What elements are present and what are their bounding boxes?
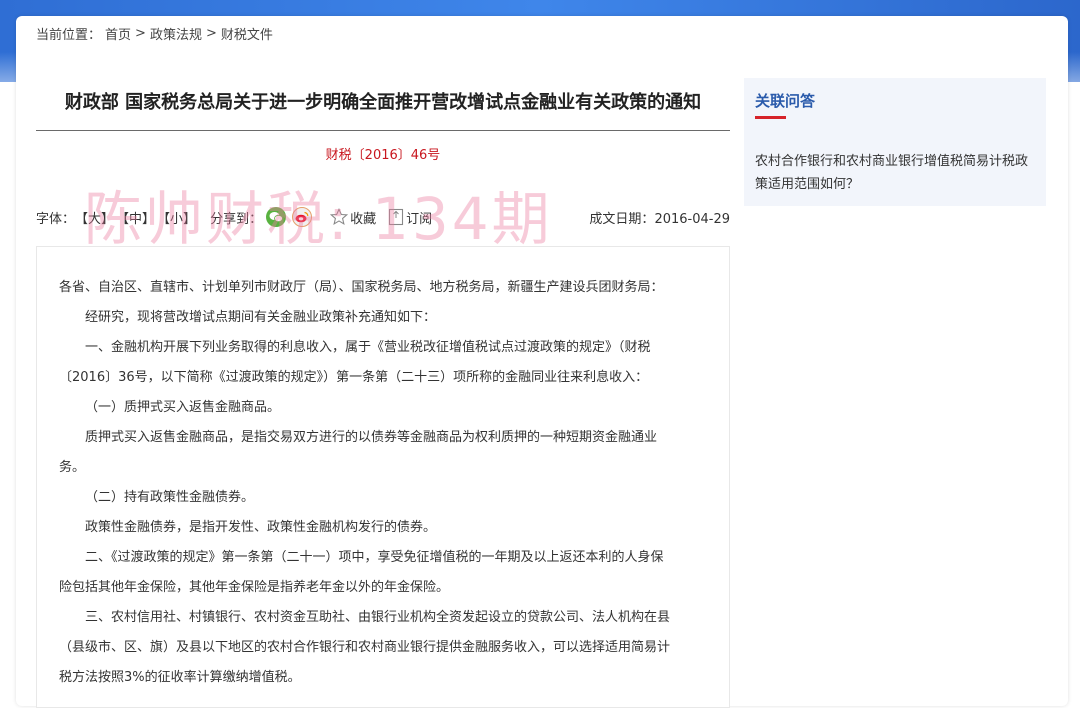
breadcrumb-home-link[interactable]: 首页	[105, 24, 131, 43]
article-body: 各省、自治区、直辖市、计划单列市财政厅（局）、国家税务局、地方税务局，新疆生产建…	[36, 246, 730, 708]
body-paragraph: （一）质押式买入返售金融商品。	[85, 400, 281, 415]
body-paragraph: 经研究，现将营改增试点期间有关金融业政策补充通知如下：	[85, 310, 437, 325]
related-qa-panel: 关联问答 农村合作银行和农村商业银行增值税简易计税政策适用范围如何？	[744, 78, 1046, 206]
breadcrumb: 当前位置： 首页 > 政策法规 > 财税文件	[36, 23, 273, 43]
breadcrumb-separator: >	[205, 25, 217, 41]
body-paragraph: （县级市、区、旗）及县以下地区的农村合作银行和农村商业银行提供金融服务收入，可以…	[59, 640, 671, 655]
subscribe-button[interactable]: 订阅	[388, 208, 432, 227]
wechat-share-icon[interactable]	[266, 207, 287, 227]
breadcrumb-tax-docs-link[interactable]: 财税文件	[221, 24, 273, 43]
star-icon	[330, 208, 349, 225]
document-number: 财税〔2016〕46号	[325, 148, 441, 163]
publish-date-value: 2016-04-29	[654, 211, 730, 227]
body-paragraph: 务。	[59, 460, 86, 475]
body-paragraph: 质押式买入返售金融商品，是指交易双方进行的以债券等金融商品为权利质押的一种短期资…	[85, 430, 658, 445]
font-medium-button[interactable]: 【中】	[116, 208, 155, 227]
font-size-label: 字体：	[36, 211, 76, 227]
weibo-share-icon[interactable]	[292, 207, 313, 227]
body-paragraph: 二、《过渡政策的规定》第一条第（二十一）项中，享受免征增值税的一年期及以上返还本…	[85, 550, 664, 565]
subscribe-label: 订阅	[406, 211, 433, 227]
share-label: 分享到：	[210, 211, 263, 227]
body-paragraph: 三、农村信用社、村镇银行、农村资金互助社、由银行业机构全资发起设立的贷款公司、法…	[85, 610, 671, 625]
body-paragraph: 〔2016〕36号，以下简称《过渡政策的规定》）第一条第（二十三）项所称的金融同…	[59, 370, 649, 385]
related-qa-underline	[755, 116, 786, 119]
breadcrumb-prefix: 当前位置：	[36, 27, 102, 43]
publish-date-label: 成文日期：	[589, 211, 655, 227]
favorite-label: 收藏	[350, 211, 377, 227]
body-paragraph: 险包括其他年金保险，其他年金保险是指养老年金以外的年金保险。	[59, 580, 450, 595]
bookmark-icon	[389, 208, 404, 226]
font-small-button[interactable]: 【小】	[157, 208, 196, 227]
title-divider	[36, 130, 730, 131]
favorite-button[interactable]: 收藏	[330, 208, 376, 227]
breadcrumb-separator: >	[135, 25, 146, 41]
breadcrumb-policy-link[interactable]: 政策法规	[150, 24, 202, 43]
body-paragraph: （二）持有政策性金融债券。	[85, 490, 255, 505]
article-title: 财政部 国家税务总局关于进一步明确全面推开营改增试点金融业有关政策的通知	[64, 92, 702, 113]
related-qa-link[interactable]: 农村合作银行和农村商业银行增值税简易计税政策适用范围如何？	[755, 150, 1037, 196]
related-qa-title: 关联问答	[755, 92, 816, 110]
publish-date: 成文日期：2016-04-29	[589, 208, 730, 227]
body-paragraph: 各省、自治区、直辖市、计划单列市财政厅（局）、国家税务局、地方税务局，新疆生产建…	[59, 280, 664, 295]
font-large-button[interactable]: 【大】	[75, 208, 114, 227]
body-paragraph: 政策性金融债券，是指开发性、政策性金融机构发行的债券。	[85, 520, 437, 535]
article-toolbar: 字体： 【大】 【中】 【小】 分享到： 收藏 订阅 成文日期：2016-04-…	[36, 206, 730, 228]
body-paragraph: 一、金融机构开展下列业务取得的利息收入，属于《营业税改征增值税试点过渡政策的规定…	[85, 340, 651, 355]
